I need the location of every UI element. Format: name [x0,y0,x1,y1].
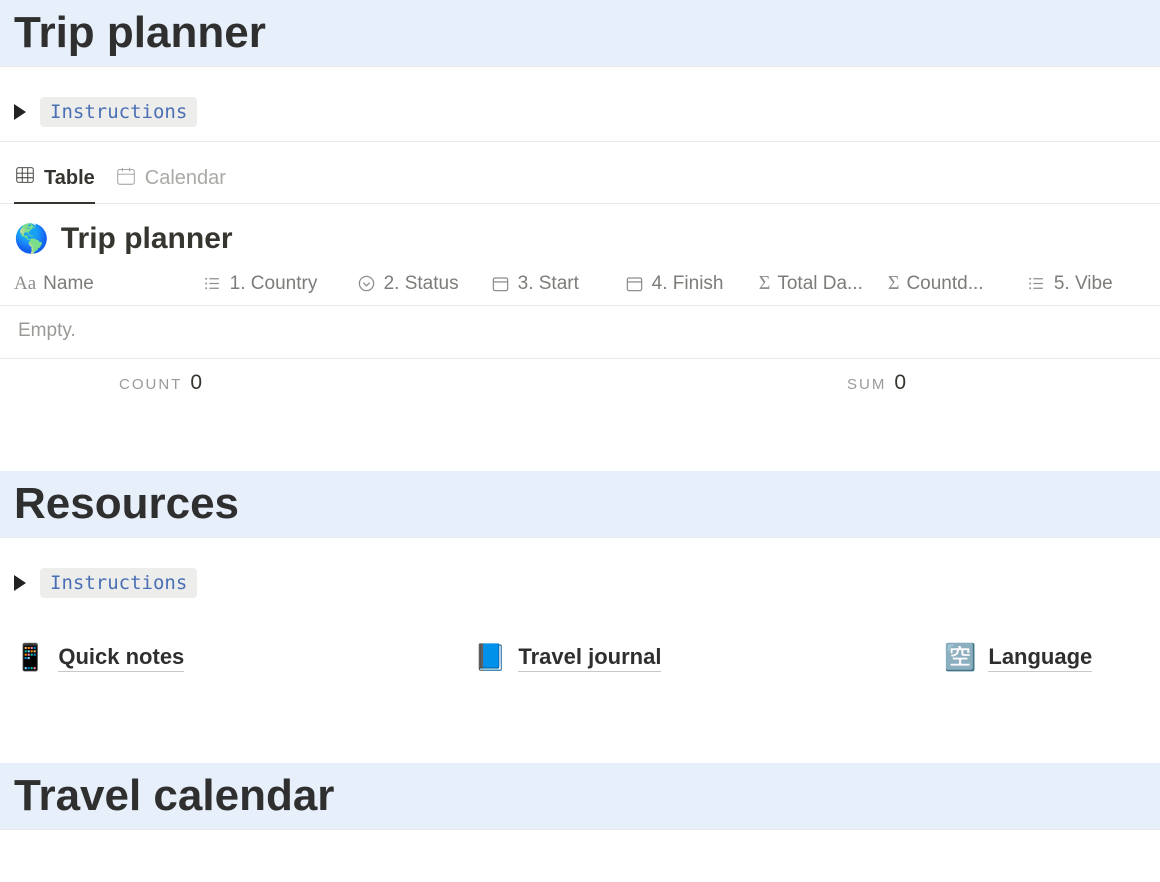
instructions-chip: Instructions [40,568,197,598]
section-header-trip-planner: Trip planner [0,0,1160,67]
globe-icon: 🌎 [14,225,49,253]
tab-calendar[interactable]: Calendar [115,164,226,203]
language-icon: 🈳 [944,642,976,673]
column-finish-label: 4. Finish [652,273,724,295]
database-title-row: 🌎 Trip planner [0,204,1160,264]
column-country-label: 1. Country [230,273,318,295]
notebook-icon: 📘 [474,642,506,673]
column-total-label: Total Da... [777,273,863,295]
database-title[interactable]: Trip planner [61,222,233,256]
calendar-icon [115,165,137,193]
toggle-instructions-2[interactable]: Instructions [0,560,1160,612]
formula-icon: Σ [888,272,900,295]
link-quick-notes[interactable]: 📱 Quick notes [14,642,474,673]
date-icon [491,274,511,294]
section-header-travel-calendar: Travel calendar [0,763,1160,830]
link-language-label: Language [988,644,1092,672]
column-country[interactable]: 1. Country [203,273,357,295]
instructions-chip: Instructions [40,97,197,127]
tab-table[interactable]: Table [14,164,95,204]
text-property-icon: Aa [14,273,36,295]
link-quick-notes-label: Quick notes [58,644,184,672]
formula-icon: Σ [759,272,771,295]
multiselect-icon [203,274,223,294]
heading-travel-calendar: Travel calendar [14,771,1146,821]
section-header-resources: Resources [0,471,1160,538]
heading-resources: Resources [14,479,1146,529]
column-status-label: 2. Status [384,273,459,295]
date-icon [625,274,645,294]
multiselect-icon [1027,274,1047,294]
column-name[interactable]: Aa Name [14,273,203,295]
aggregate-count-label: COUNT [119,376,182,393]
tab-table-label: Table [44,167,95,190]
column-status[interactable]: 2. Status [357,273,491,295]
table-empty-row[interactable]: Empty. [0,306,1160,359]
column-name-label: Name [43,273,94,295]
aggregate-sum-label: SUM [847,376,886,393]
view-tabs: Table Calendar [0,142,1160,204]
toggle-arrow-icon[interactable] [14,575,26,591]
column-countdown-label: Countd... [906,273,983,295]
table-icon [14,164,36,192]
column-total-days[interactable]: Σ Total Da... [759,272,888,295]
link-language[interactable]: 🈳 Language [944,642,1146,673]
aggregate-count[interactable]: COUNT 0 [119,371,202,395]
phone-icon: 📱 [14,642,46,673]
link-travel-journal-label: Travel journal [518,644,661,672]
toggle-arrow-icon[interactable] [14,104,26,120]
table-footer: COUNT 0 SUM 0 [0,359,1160,401]
aggregate-count-value: 0 [190,371,202,395]
column-start-label: 3. Start [518,273,579,295]
link-travel-journal[interactable]: 📘 Travel journal [474,642,944,673]
resource-links: 📱 Quick notes 📘 Travel journal 🈳 Languag… [0,612,1160,723]
column-vibe-label: 5. Vibe [1054,273,1113,295]
aggregate-sum-value: 0 [894,371,906,395]
select-icon [357,274,377,294]
column-finish[interactable]: 4. Finish [625,273,759,295]
toggle-instructions-1[interactable]: Instructions [0,89,1160,142]
table-header: Aa Name 1. Country 2. Status 3. Start 4.… [0,264,1160,306]
aggregate-sum[interactable]: SUM 0 [847,371,906,395]
column-countdown[interactable]: Σ Countd... [888,272,1027,295]
tab-calendar-label: Calendar [145,167,226,190]
column-vibe[interactable]: 5. Vibe [1027,273,1146,295]
column-start[interactable]: 3. Start [491,273,625,295]
heading-trip-planner: Trip planner [14,8,1146,58]
